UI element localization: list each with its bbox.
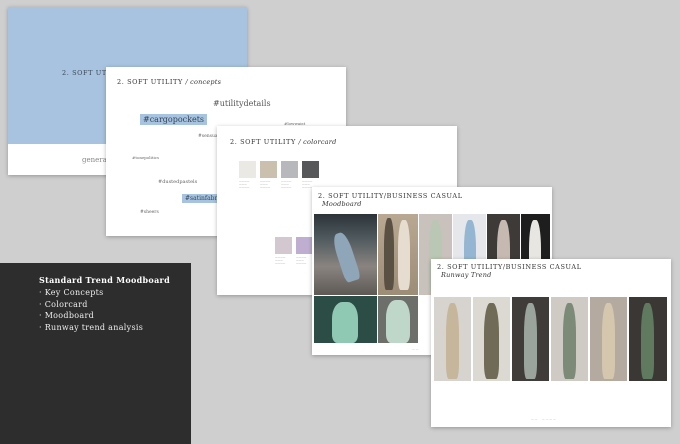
swatch-caption-lines: ———— ——— ————: [260, 180, 271, 189]
concept-tag-highlighted: #cargopockets: [140, 114, 208, 125]
color-swatch: [296, 237, 313, 254]
slide-2-header: 2. SOFT UTILITY / concepts: [117, 78, 221, 86]
runway-look-photo: [473, 297, 510, 381]
swatch-caption-lines: ———— ——— ————: [239, 180, 250, 189]
slide-4-header: 2. SOFT UTILITY/BUSINESS CASUAL Moodboar…: [318, 192, 463, 208]
color-swatch: [275, 237, 292, 254]
concept-tag: #dustedpastels: [158, 179, 198, 185]
panel-feature-item: Colorcard: [39, 299, 143, 311]
moodboard-photo-runway: [378, 214, 418, 295]
slide-5-footer: — — — — — —: [531, 417, 556, 421]
panel-feature-list: Key Concepts Colorcard Moodboard Runway …: [39, 287, 143, 333]
slide-1-subtitle: general: [82, 156, 110, 164]
concept-tag: #sensual: [198, 134, 219, 139]
color-swatch: [260, 161, 277, 178]
swatch-caption-lines: ———— ——— ————: [296, 256, 307, 265]
slide-4-header-title: 2. SOFT UTILITY/BUSINESS CASUAL: [318, 192, 463, 200]
concept-tag: #tonepolitics: [132, 155, 160, 160]
concept-tag: #utilitydetails: [213, 99, 271, 108]
color-swatch: [239, 161, 256, 178]
swatch-caption-lines: ———— ——— ————: [275, 256, 286, 265]
runway-look-photo: [512, 297, 549, 381]
slide-runway-trend: 2. SOFT UTILITY/BUSINESS CASUAL Runway T…: [431, 259, 671, 427]
concept-tag: #sheers: [140, 210, 159, 215]
moodboard-info-panel: Standard Trend Moodboard Key Concepts Co…: [0, 263, 191, 444]
panel-title: Standard Trend Moodboard: [39, 275, 170, 285]
moodboard-photo-look: [314, 296, 377, 343]
swatch-caption-lines: ———— ——— ————: [281, 180, 292, 189]
slide-5-header-subtitle: Runway Trend: [441, 271, 492, 279]
slide-3-header-title: 2. SOFT UTILITY: [230, 138, 296, 146]
slide-5-header: 2. SOFT UTILITY/BUSINESS CASUAL Runway T…: [437, 263, 582, 279]
panel-feature-item: Key Concepts: [39, 287, 143, 299]
slide-5-header-title: 2. SOFT UTILITY/BUSINESS CASUAL: [437, 263, 582, 271]
moodboard-photo-beach: [314, 214, 377, 295]
slide-2-header-title: 2. SOFT UTILITY: [117, 78, 183, 86]
slide-3-header: 2. SOFT UTILITY / colorcard: [230, 138, 336, 146]
slide-4-footer: — —: [412, 347, 419, 351]
panel-feature-item: Moodboard: [39, 310, 143, 322]
runway-look-photo: [590, 297, 627, 381]
slide-2-header-subtitle: / concepts: [185, 78, 222, 86]
runway-look-photo: [434, 297, 471, 381]
slide-4-header-subtitle: Moodboard: [322, 200, 362, 208]
moodboard-photo-look: [378, 296, 418, 343]
runway-look-photo: [629, 297, 667, 381]
color-swatch: [281, 161, 298, 178]
runway-look-photo: [551, 297, 588, 381]
color-swatch: [302, 161, 319, 178]
slide-3-header-subtitle: / colorcard: [298, 138, 337, 146]
swatch-caption-lines: ———— ——— ————: [302, 180, 313, 189]
panel-feature-item: Runway trend analysis: [39, 322, 143, 334]
